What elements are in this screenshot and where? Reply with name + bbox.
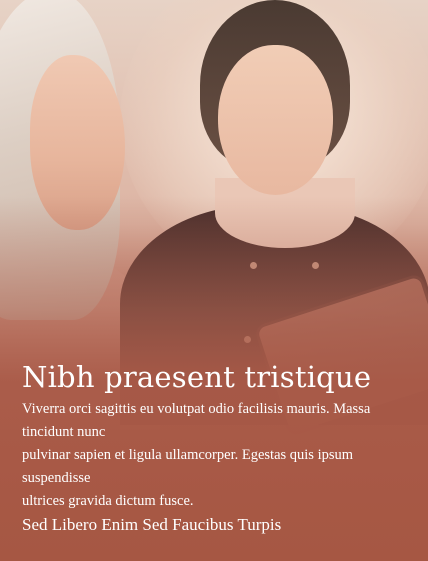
hero-body-line: suspendisse [22, 470, 91, 486]
hero-body-line: tincidunt nunc [22, 424, 106, 440]
hero-subtitle: Sed Libero Enim Sed Faucibus Turpis [22, 515, 282, 534]
hero-content: Nibh praesent tristique Viverra orci sag… [22, 358, 412, 536]
hero-body-line: Viverra orci sagittis eu volutpat odio f… [22, 401, 371, 417]
hero-title: Nibh praesent tristique [22, 360, 372, 394]
hero-body-line: ultrices gravida dictum fusce. [22, 493, 194, 509]
hero-card: Nibh praesent tristique Viverra orci sag… [0, 0, 428, 561]
hero-body-line: pulvinar sapien et ligula ullamcorper. E… [22, 447, 354, 463]
hero-body: Viverra orci sagittis eu volutpat odio f… [22, 398, 412, 513]
